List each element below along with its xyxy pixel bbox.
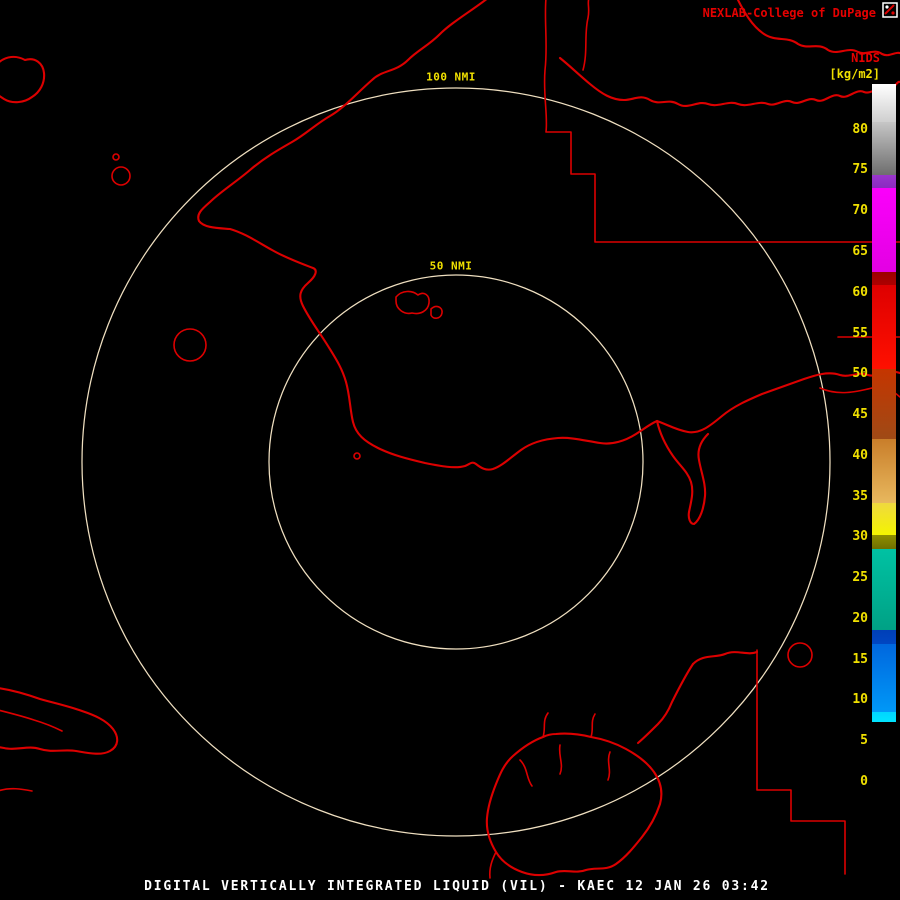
colorbar-segment (872, 369, 896, 440)
islet-center (353, 452, 361, 460)
landmass-south-outline (485, 732, 663, 877)
coastline-southeast-link (636, 662, 695, 745)
range-ring-50nmi (268, 274, 644, 650)
colorbar-segment (872, 439, 896, 504)
island-topleft (0, 55, 46, 104)
colorbar (872, 84, 896, 782)
site-title: NEXLAB-College of DuPage (702, 6, 876, 20)
peninsula-bottomleft-inner (0, 709, 63, 732)
product-name: NIDS (851, 51, 880, 65)
product-footer: DIGITAL VERTICALLY INTEGRATED LIQUID (VI… (144, 879, 770, 894)
product-units: [kg/m2] (829, 67, 880, 81)
colorbar-segment (872, 548, 896, 631)
colorbar-segment (872, 174, 896, 189)
nexlab-logo-icon (882, 2, 898, 18)
colorbar-segment (872, 534, 896, 549)
range-ring-label-50nmi: 50 NMI (425, 259, 477, 273)
colorbar-segment (872, 722, 896, 782)
coastline-inlet (655, 419, 710, 526)
product-label-block: NIDS [kg/m2] (829, 51, 880, 81)
colorbar-segment (872, 630, 896, 645)
range-rings (81, 87, 831, 837)
range-ring-label-100nmi: 100 NMI (422, 70, 480, 84)
island-ring-west-upper (111, 166, 131, 186)
shoreline-left-lower (0, 787, 33, 792)
island-ring-west (173, 328, 207, 362)
radar-map (0, 0, 900, 879)
colorbar-segment (872, 644, 896, 712)
landmass-south-details (519, 712, 611, 787)
boundary-step-northeast (543, 0, 900, 243)
islet-west-upper (112, 153, 120, 161)
colorbar-segment (872, 121, 896, 175)
radar-display: 100 NMI 50 NMI NEXLAB-College of DuPage … (0, 0, 900, 900)
colorbar-segment (872, 188, 896, 272)
colorbar-segment (872, 284, 896, 370)
colorbar-segment (872, 271, 896, 285)
coastline-main (197, 0, 900, 471)
map-outlines (0, 0, 900, 879)
range-ring-100nmi (81, 87, 831, 837)
boundary-step-southeast (756, 649, 846, 875)
colorbar-segment (872, 84, 896, 122)
landmass-south-tail (489, 851, 497, 879)
island-ring-east (787, 642, 813, 668)
peninsula-bottomleft (0, 687, 119, 755)
river-topright (582, 0, 590, 71)
colorbar-segment (872, 503, 896, 535)
islands-center (395, 290, 443, 319)
colorbar-segment (872, 711, 896, 723)
coastline-southeast (691, 650, 759, 666)
